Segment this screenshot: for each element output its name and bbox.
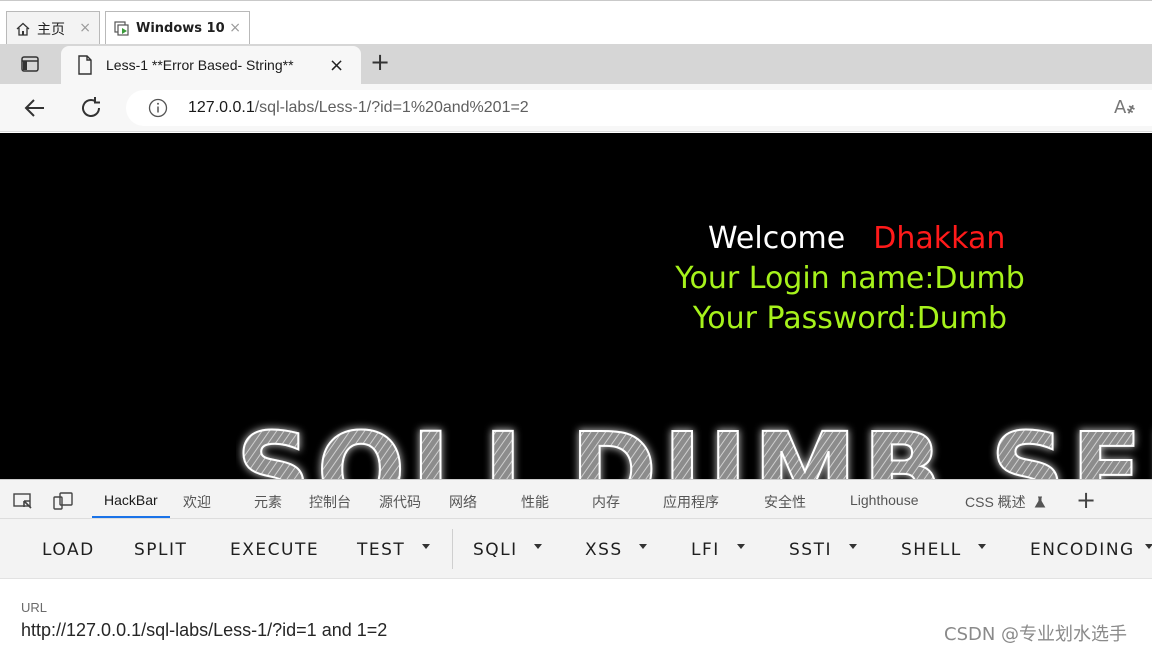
split-button[interactable]: SPLIT [134, 540, 187, 560]
sqli-menu-button[interactable]: SQLI [473, 540, 518, 560]
welcome-text: Welcome [708, 221, 846, 256]
password-text: Your Password:Dumb [692, 301, 1008, 336]
page-viewport: Welcome Dhakkan Your Login name:Dumb Your… [0, 133, 1152, 479]
devtools-tab-security[interactable]: 安全性 [764, 492, 806, 512]
home-icon [15, 21, 31, 37]
info-icon[interactable] [148, 98, 168, 118]
device-emulation-icon[interactable] [52, 491, 74, 511]
sqli-dumb-series-banner: SQLI DUMB SER [236, 415, 1152, 479]
devtools-tab-css-overview[interactable]: CSS 概述 [965, 492, 1046, 512]
address-bar[interactable]: 127.0.0.1/sql-labs/Less-1/?id=1%20and%20… [126, 90, 1152, 126]
vm-tab-home[interactable]: 主页 × [6, 11, 100, 45]
back-arrow-icon[interactable] [22, 95, 48, 121]
devtools-tab-network[interactable]: 网络 [449, 492, 477, 512]
xss-menu-button[interactable]: XSS [585, 540, 623, 560]
user-name: Dhakkan [873, 221, 1006, 256]
url-field-value[interactable]: http://127.0.0.1/sql-labs/Less-1/?id=1 a… [21, 620, 387, 641]
load-button[interactable]: LOAD [42, 540, 95, 560]
test-button[interactable]: TEST [357, 540, 405, 560]
chevron-down-icon[interactable] [422, 544, 430, 549]
execute-button[interactable]: EXECUTE [230, 540, 319, 560]
shell-menu-button[interactable]: SHELL [901, 540, 962, 560]
chevron-down-icon[interactable] [978, 544, 986, 549]
toolbar-divider [452, 529, 453, 569]
ssti-menu-button[interactable]: SSTI [789, 540, 832, 560]
browser-tab-bar: Less-1 **Error Based- String** × + [0, 44, 1152, 84]
reload-icon[interactable] [78, 95, 104, 121]
vm-tab-windows10[interactable]: Windows 10 × [105, 11, 250, 45]
chevron-down-icon[interactable] [849, 544, 857, 549]
browser-tab-active[interactable]: Less-1 **Error Based- String** × [61, 46, 361, 84]
read-aloud-icon[interactable]: A҂ [1114, 97, 1135, 118]
more-tools-button[interactable]: + [1076, 486, 1096, 514]
devtools-tab-sources[interactable]: 源代码 [379, 492, 421, 512]
vm-tab-strip: 主页 × Windows 10 × [0, 0, 1152, 45]
encoding-menu-button[interactable]: ENCODING [1030, 540, 1135, 560]
welcome-line: Welcome Dhakkan [708, 221, 1005, 256]
vm-tab-home-label: 主页 [37, 21, 65, 38]
devtools-tab-console[interactable]: 控制台 [309, 492, 351, 512]
hackbar-toolbar: LOAD SPLIT EXECUTE TEST SQLI XSS LFI SST… [0, 519, 1152, 579]
address-host: 127.0.0.1 [188, 99, 255, 116]
devtools-tab-css-overview-label: CSS 概述 [965, 494, 1026, 510]
close-icon[interactable]: × [79, 20, 91, 36]
close-icon[interactable]: × [229, 20, 241, 36]
lfi-menu-button[interactable]: LFI [691, 540, 720, 560]
devtools-tab-elements[interactable]: 元素 [254, 492, 282, 512]
devtools-tab-lighthouse[interactable]: Lighthouse [850, 492, 919, 508]
devtools-tab-memory[interactable]: 内存 [592, 492, 620, 512]
active-tab-indicator [92, 516, 170, 518]
watermark: CSDN @专业划水选手 [944, 624, 1128, 645]
devtools-tab-bar: HackBar 欢迎 元素 控制台 源代码 网络 性能 内存 应用程序 安全性 … [0, 479, 1152, 519]
chevron-down-icon[interactable] [639, 544, 647, 549]
url-field-label: URL [21, 600, 48, 615]
tab-actions-icon[interactable] [20, 54, 40, 74]
chevron-down-icon[interactable] [534, 544, 542, 549]
browser-tab-title: Less-1 **Error Based- String** [106, 57, 294, 73]
vm-icon [114, 20, 130, 37]
devtools-tab-performance[interactable]: 性能 [521, 492, 549, 512]
experiment-icon [1034, 496, 1045, 508]
inspect-element-icon[interactable] [12, 491, 34, 511]
address-path: /sql-labs/Less-1/?id=1%20and%201=2 [254, 99, 529, 116]
login-name-text: Your Login name:Dumb [675, 261, 1025, 296]
page-icon [77, 55, 93, 75]
banner-text: SQLI DUMB SER [236, 415, 1152, 479]
chevron-down-icon[interactable] [1145, 544, 1152, 549]
navigation-bar: 127.0.0.1/sql-labs/Less-1/?id=1%20and%20… [0, 84, 1152, 132]
devtools-tab-hackbar[interactable]: HackBar [104, 492, 158, 508]
close-icon[interactable]: × [329, 55, 344, 76]
vm-tab-windows10-label: Windows 10 [136, 21, 225, 36]
devtools-tab-application[interactable]: 应用程序 [663, 492, 719, 512]
devtools-tab-welcome[interactable]: 欢迎 [183, 492, 211, 512]
address-text[interactable]: 127.0.0.1/sql-labs/Less-1/?id=1%20and%20… [188, 99, 529, 117]
chevron-down-icon[interactable] [737, 544, 745, 549]
new-tab-button[interactable]: + [370, 50, 390, 74]
